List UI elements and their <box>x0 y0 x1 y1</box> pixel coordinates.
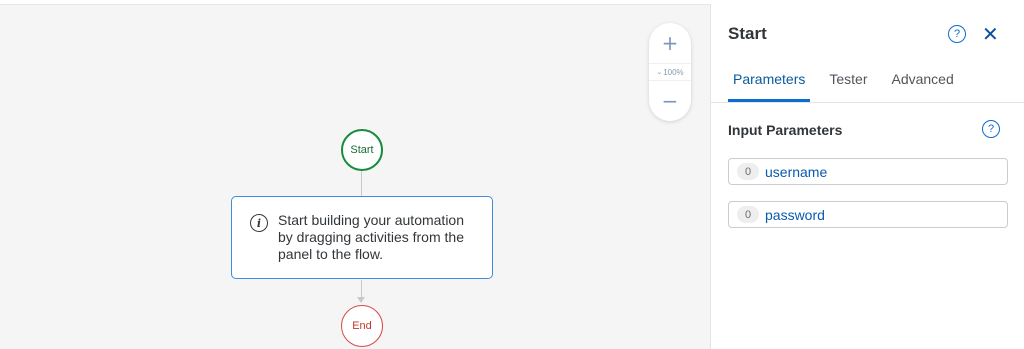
start-node[interactable]: Start <box>341 129 383 171</box>
end-node[interactable]: End <box>341 305 383 347</box>
help-icon[interactable]: ? <box>948 25 966 43</box>
automation-editor: + ⌄ 100% − Start i Start building your a… <box>0 0 1024 349</box>
empty-flow-hint: i Start building your automation by drag… <box>231 196 493 279</box>
chevron-down-icon: ⌄ <box>656 69 663 76</box>
zoom-level-dropdown[interactable]: ⌄ 100% <box>649 63 691 81</box>
help-icon[interactable]: ? <box>982 120 1000 138</box>
zoom-in-button[interactable]: + <box>649 27 691 59</box>
param-count-badge: 0 <box>737 163 759 180</box>
arrow-head-icon <box>357 297 365 303</box>
panel-title: Start <box>728 24 767 43</box>
properties-panel: Start ? ✕ Parameters Tester Advanced Inp… <box>711 4 1024 349</box>
param-password-field[interactable]: 0 password <box>728 201 1008 228</box>
flow-canvas[interactable]: + ⌄ 100% − Start i Start building your a… <box>0 4 711 349</box>
tab-tester[interactable]: Tester <box>824 68 872 102</box>
close-icon[interactable]: ✕ <box>982 22 999 46</box>
tab-parameters[interactable]: Parameters <box>728 68 811 102</box>
start-node-label: Start <box>350 144 374 156</box>
param-count-badge: 0 <box>737 206 759 223</box>
panel-tabs: Parameters Tester Advanced <box>728 68 973 102</box>
tab-advanced[interactable]: Advanced <box>886 68 958 102</box>
zoom-control: + ⌄ 100% − <box>649 23 691 121</box>
zoom-out-button[interactable]: − <box>649 85 691 117</box>
zoom-level-value: 100% <box>663 67 684 77</box>
tabs-divider <box>711 102 1024 103</box>
section-title: Input Parameters <box>728 122 843 138</box>
hint-text: Start building your automation by draggi… <box>278 212 464 262</box>
param-name: password <box>765 206 825 223</box>
param-username-field[interactable]: 0 username <box>728 158 1008 185</box>
connector-line <box>361 170 362 197</box>
info-icon: i <box>250 214 268 232</box>
end-node-label: End <box>352 320 372 332</box>
param-name: username <box>765 163 828 180</box>
